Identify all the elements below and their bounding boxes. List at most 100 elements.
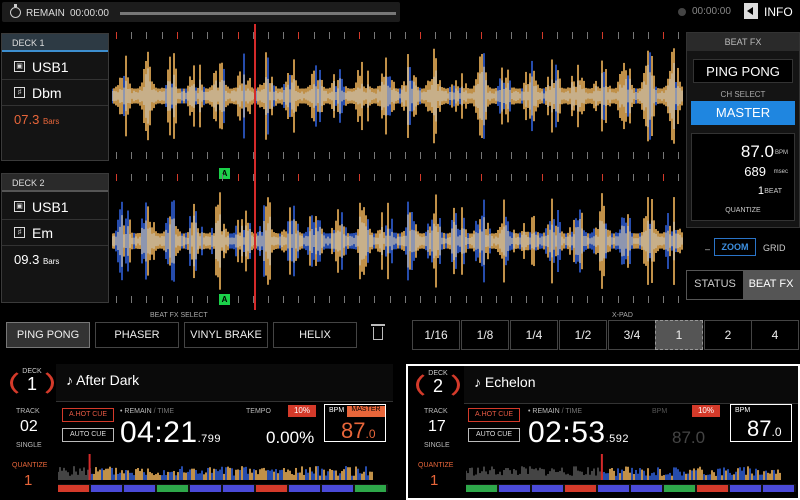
- beatgrid-tick: [374, 296, 376, 303]
- deck1-number: DECK 1: [10, 368, 54, 398]
- beatgrid-tick: [678, 296, 680, 303]
- info-button[interactable]: INFO: [744, 3, 800, 21]
- beatgrid-tick: [556, 174, 558, 181]
- deck2-quantize-label: QUANTIZE: [418, 462, 454, 469]
- xpad-3-4[interactable]: 3/4: [608, 320, 656, 350]
- beatgrid-tick: [587, 296, 589, 303]
- beatgrid-tick: [283, 152, 285, 159]
- beatgrid-tick: [435, 174, 437, 181]
- beatgrid-tick: [511, 152, 513, 159]
- tab-status[interactable]: STATUS: [687, 271, 743, 299]
- beatgrid-tick: [116, 152, 117, 159]
- info-label: INFO: [764, 5, 793, 19]
- beatgrid-tick: [313, 296, 315, 303]
- ch-select-master-button[interactable]: MASTER: [691, 101, 795, 125]
- xpad-2[interactable]: 2: [704, 320, 752, 350]
- beatgrid-tick: [450, 296, 452, 303]
- deck1-info-panel: DECK 1 ▣ USB1 ♯ Dbm 07.3 Bars: [1, 33, 109, 161]
- deck2-info-panel: DECK 2 ▣ USB1 ♯ Em 09.3 Bars: [1, 173, 109, 303]
- beatgrid-tick: [389, 296, 391, 303]
- phrase-segment: [763, 485, 794, 492]
- deck1-tempo-range[interactable]: 10%: [288, 405, 316, 417]
- deck2-hotcue-a-marker[interactable]: A: [219, 294, 230, 305]
- tab-beat-fx[interactable]: BEAT FX: [743, 271, 799, 299]
- beatgrid-tick: [541, 32, 543, 39]
- beatgrid-tick: [480, 152, 482, 159]
- beatgrid-tick: [328, 152, 330, 159]
- deck2-auto-hotcue-button[interactable]: A.HOT CUE: [468, 408, 520, 422]
- deck2-track-label: TRACK: [424, 408, 448, 415]
- fx-quantize-label: QUANTIZE: [725, 207, 761, 214]
- beatgrid-tick: [556, 152, 558, 159]
- beatgrid-tick: [146, 174, 148, 181]
- phrase-segment: [322, 485, 353, 492]
- xpad-1-8[interactable]: 1/8: [461, 320, 509, 350]
- beatgrid-tick: [602, 296, 604, 303]
- deck1-source-row: ▣ USB1: [2, 54, 108, 80]
- xpad-1-4[interactable]: 1/4: [510, 320, 558, 350]
- beatgrid-tick: [480, 174, 482, 181]
- beatgrid-tick: [283, 174, 285, 181]
- beatgrid-tick: [404, 174, 406, 181]
- xpad-1[interactable]: 1: [655, 320, 703, 350]
- beatgrid-tick: [344, 296, 345, 303]
- beatgrid-tick: [207, 296, 209, 303]
- deck2-header: DECK 2: [2, 174, 108, 192]
- beatgrid-tick: [192, 296, 193, 303]
- beatgrid-tick: [648, 296, 649, 303]
- beatgrid-tick: [541, 296, 543, 303]
- fx-helix-button[interactable]: HELIX: [273, 322, 357, 348]
- beatgrid-tick: [374, 152, 376, 159]
- phrase-segment: [730, 485, 761, 492]
- deck1-auto-hotcue-button[interactable]: A.HOT CUE: [62, 408, 114, 422]
- grid-button[interactable]: GRID: [763, 243, 786, 253]
- beatgrid-tick: [313, 152, 315, 159]
- remain-box: REMAIN 00:00:00: [2, 2, 400, 22]
- deck2-bars-row: 09.3 Bars: [2, 246, 108, 272]
- deck2-bpm-value: 87.0: [747, 416, 782, 441]
- beatgrid-tick: [237, 174, 239, 181]
- beatgrid-tick: [359, 174, 361, 181]
- beatgrid-tick: [328, 296, 330, 303]
- xpad-1-2[interactable]: 1/2: [559, 320, 607, 350]
- beatgrid-tick: [496, 152, 497, 159]
- beatgrid-tick: [541, 174, 543, 181]
- beatgrid-tick: [420, 152, 421, 159]
- fx-ping-pong-button[interactable]: PING PONG: [6, 322, 90, 348]
- beatgrid-tick: [480, 296, 482, 303]
- beatgrid-tick: [192, 32, 193, 39]
- beatgrid-tick: [678, 32, 680, 39]
- zoom-button[interactable]: ZOOM: [714, 238, 756, 256]
- deck1-overview-waveform[interactable]: [58, 454, 374, 480]
- waveform-area[interactable]: A A: [112, 24, 684, 310]
- deck2-bpm-box: BPM 87.0: [730, 404, 792, 442]
- fx-vinyl-brake-button[interactable]: VINYL BRAKE: [184, 322, 268, 348]
- deck2-auto-cue-button[interactable]: AUTO CUE: [468, 428, 520, 442]
- deck2-tempo-range[interactable]: 10%: [692, 405, 720, 417]
- deck1-quantize-label: QUANTIZE: [12, 462, 48, 469]
- deck1-bpm-label: BPM: [329, 407, 345, 414]
- beatgrid-tick: [526, 152, 528, 159]
- beatgrid-tick: [465, 32, 467, 39]
- beatgrid-tick: [632, 174, 634, 181]
- xpad-4[interactable]: 4: [751, 320, 799, 350]
- deck1-auto-cue-button[interactable]: AUTO CUE: [62, 428, 114, 442]
- beatgrid-tick: [648, 32, 649, 39]
- deck2-time: 02:53.592: [528, 416, 629, 449]
- beatgrid-tick: [465, 174, 467, 181]
- fx-msec-unit: msec: [773, 169, 788, 175]
- fx-phaser-button[interactable]: PHASER: [95, 322, 179, 348]
- zoom-minus-icon[interactable]: –: [705, 244, 710, 254]
- phrase-segment: [157, 485, 188, 492]
- xpad-1-16[interactable]: 1/16: [412, 320, 460, 350]
- beatgrid-tick: [572, 174, 573, 181]
- beatgrid-tick: [161, 296, 163, 303]
- beatgrid-tick: [617, 152, 619, 159]
- deck2-overview-waveform[interactable]: [466, 454, 782, 480]
- beatgrid-tick: [435, 32, 437, 39]
- beatgrid-tick: [511, 296, 513, 303]
- phrase-segment: [466, 485, 497, 492]
- key-icon: ♯: [14, 87, 25, 98]
- trash-icon[interactable]: [371, 324, 385, 340]
- phrase-segment: [91, 485, 122, 492]
